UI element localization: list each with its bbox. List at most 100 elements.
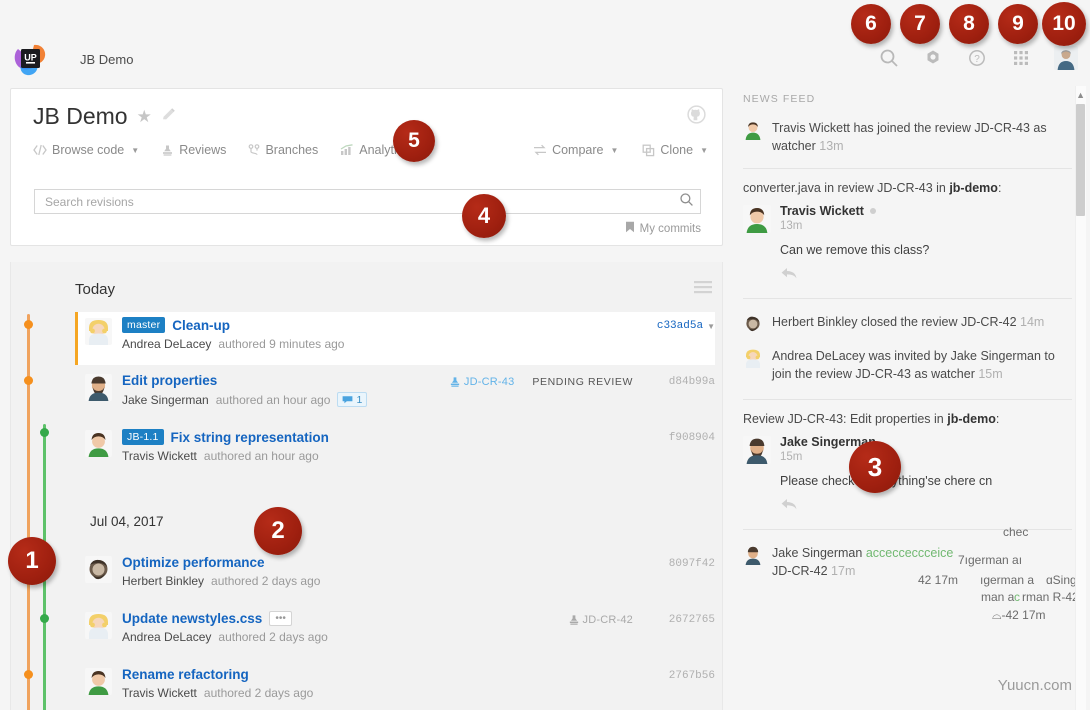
callout-number: 3	[867, 451, 883, 482]
nav-clone[interactable]: Clone ▼	[642, 143, 708, 157]
callout-number: 8	[963, 12, 975, 35]
search-revisions-box[interactable]	[34, 189, 701, 214]
nav-browse-code-label: Browse code	[52, 143, 125, 157]
revision-hash[interactable]: f908904	[655, 432, 715, 444]
chevron-down-icon[interactable]: ▼	[707, 322, 715, 331]
feed-comment-author-row: Jake Singerman	[780, 435, 1072, 449]
revision-group-header: Today	[75, 280, 712, 299]
feed-event-item[interactable]: Andrea DeLacey was invited by Jake Singe…	[740, 345, 1072, 394]
revision-time: authored 9 minutes ago	[218, 337, 345, 352]
callout-number: 2	[271, 517, 285, 544]
revision-hash[interactable]: 2672765	[655, 614, 715, 626]
revision-hash[interactable]: c33ad5a	[643, 320, 703, 332]
revision-time: authored 2 days ago	[203, 686, 314, 700]
news-feed-label: NEWS FEED	[743, 93, 816, 105]
nav-browse-code[interactable]: Browse code ▼	[33, 143, 139, 157]
revision-group-title: Today	[75, 281, 116, 298]
divider	[743, 168, 1072, 170]
nav-branches[interactable]: Branches	[248, 143, 318, 157]
project-header-card: JB Demo ★ Browse code ▼ Reviews Branches	[10, 88, 723, 246]
chevron-down-icon: ▼	[610, 145, 619, 155]
branch-badge[interactable]: JB-1.1	[122, 429, 164, 446]
revision-meta: Travis Wickett authored 2 days ago	[122, 686, 633, 700]
revision-author: Andrea DeLacey	[122, 630, 212, 644]
feed-context-project[interactable]: jb-demo	[947, 412, 996, 426]
more-actions-button[interactable]: •••	[269, 611, 292, 626]
svg-text:?: ?	[974, 54, 980, 65]
review-link[interactable]: JD-CR-42	[568, 614, 634, 626]
render-artifact-text: chec	[1003, 525, 1029, 539]
graph-node	[40, 428, 49, 437]
render-artifact-text: ⌓-42 17m	[992, 608, 1046, 622]
scrollbar-thumb[interactable]	[1076, 104, 1085, 216]
table-row[interactable]: Optimize performance Herbert Binkley aut…	[75, 550, 715, 603]
reply-icon[interactable]	[780, 266, 1072, 286]
revision-hash[interactable]: 2767b56	[655, 670, 715, 682]
graph-node	[40, 614, 49, 623]
comment-count-badge[interactable]: 1	[337, 392, 368, 407]
my-commits-label: My commits	[639, 222, 701, 235]
feed-context-project[interactable]: jb-demo	[949, 181, 998, 195]
callout-number: 1	[25, 547, 39, 574]
revision-title[interactable]: Update newstyles.css	[122, 611, 262, 626]
search-input[interactable]	[43, 193, 679, 210]
revision-author: Jake Singerman	[122, 392, 209, 407]
help-icon[interactable]: ?	[966, 47, 988, 69]
revision-list-panel: Today master Clean-up Andrea DeLacey aut…	[10, 262, 723, 710]
search-icon[interactable]	[679, 192, 694, 212]
pencil-icon[interactable]	[161, 107, 176, 127]
my-commits-filter[interactable]: My commits	[625, 221, 701, 236]
callout-badge-7: 7	[900, 4, 940, 44]
github-icon[interactable]	[687, 105, 706, 129]
nav-compare[interactable]: Compare ▼	[533, 143, 618, 157]
review-link[interactable]: JD-CR-43	[449, 376, 515, 388]
topbar-project-title[interactable]: JB Demo	[80, 52, 133, 67]
revision-body: Rename refactoring Travis Wickett author…	[122, 667, 633, 700]
render-artifact-text: 42 17m	[918, 573, 959, 587]
table-row[interactable]: Update newstyles.css ••• Andrea DeLacey …	[75, 606, 715, 659]
render-artifact-text: rman R-42	[1022, 590, 1079, 604]
revision-hash[interactable]: 8097f42	[655, 558, 715, 570]
feed-text: Travis Wickett has joined the review JD-…	[772, 121, 1047, 154]
revision-right: 8097f42	[633, 555, 715, 570]
table-row[interactable]: Rename refactoring Travis Wickett author…	[75, 662, 715, 710]
revision-time: authored 2 days ago	[211, 574, 321, 588]
feed-event-item[interactable]: Herbert Binkley closed the review JD-CR-…	[740, 311, 1072, 345]
search-row: My commits	[34, 189, 701, 235]
nav-reviews[interactable]: Reviews	[161, 143, 226, 157]
table-row[interactable]: master Clean-up Andrea DeLacey authored …	[75, 312, 715, 365]
revision-title[interactable]: Optimize performance	[122, 555, 265, 570]
search-icon[interactable]	[878, 47, 900, 69]
hamburger-icon[interactable]	[694, 280, 712, 299]
revision-title[interactable]: Fix string representation	[171, 430, 329, 445]
upsource-logo-icon[interactable]: UP	[12, 41, 48, 77]
table-row[interactable]: Edit properties Jake Singerman authored …	[75, 368, 715, 421]
chevron-down-icon: ▼	[131, 145, 140, 155]
svg-text:UP: UP	[24, 53, 37, 63]
nav-branches-label: Branches	[265, 143, 319, 157]
table-row[interactable]: JB-1.1 Fix string representation Travis …	[75, 424, 715, 477]
chevron-up-icon[interactable]: ▲	[1076, 90, 1085, 100]
callout-badge-4: 4	[462, 194, 506, 238]
callout-number: 5	[408, 129, 420, 152]
gear-icon[interactable]	[922, 47, 944, 69]
reply-icon[interactable]	[780, 497, 1072, 517]
feed-context-post: :	[995, 411, 1000, 426]
feed-event-item[interactable]: Travis Wickett has joined the review JD-…	[740, 117, 1072, 166]
branch-badge[interactable]: master	[122, 317, 166, 334]
graph-node	[24, 670, 33, 679]
avatar[interactable]	[1054, 46, 1078, 70]
callout-badge-10: 10	[1042, 2, 1086, 46]
apps-grid-icon[interactable]	[1010, 47, 1032, 69]
revision-date-group: Jul 04, 2017	[90, 514, 164, 529]
feed-comment-author[interactable]: Travis Wickett	[780, 204, 864, 218]
feed-review-id[interactable]: JD-CR-42	[772, 564, 828, 578]
revision-hash[interactable]: d84b99a	[655, 376, 715, 388]
revision-title[interactable]: Rename refactoring	[122, 667, 249, 682]
presence-dot-icon	[869, 208, 876, 215]
star-icon[interactable]: ★	[137, 107, 152, 127]
avatar	[85, 430, 112, 457]
revision-title[interactable]: Clean-up	[172, 318, 230, 333]
revision-title[interactable]: Edit properties	[122, 373, 217, 388]
feed-context-pre: Review JD-CR-43: Edit properties in	[743, 411, 948, 426]
